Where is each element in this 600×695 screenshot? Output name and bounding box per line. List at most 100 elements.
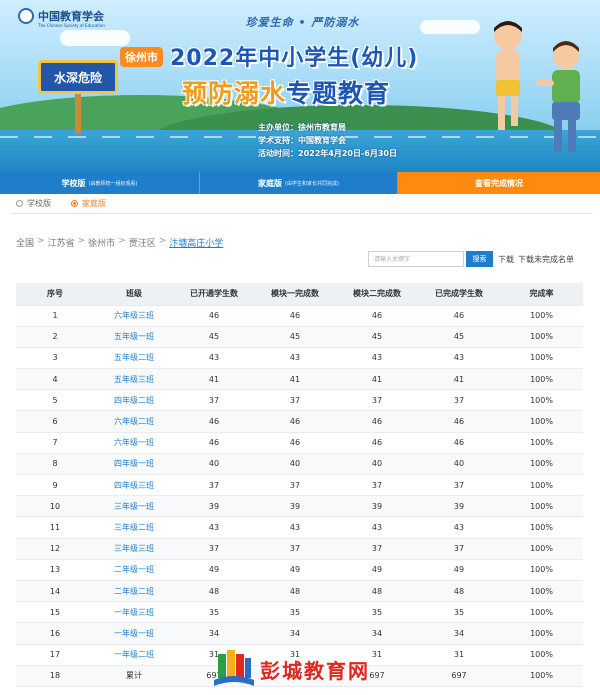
table-cell: 43 [418,347,500,370]
banner-subtitle: 预防溺水专题教育 [182,74,390,110]
table-cell: 100% [500,538,583,560]
class-link[interactable]: 二年级一班 [94,559,174,581]
table-cell: 40 [174,453,254,476]
table-cell: 37 [336,389,418,412]
table-cell: 37 [418,389,500,412]
search-button[interactable]: 搜索 [466,251,493,267]
class-link[interactable]: 四年级三班 [94,474,174,497]
table-cell: 46 [254,432,336,454]
period-key: 活动时间： [258,149,298,158]
class-link[interactable]: 一年级二班 [94,644,174,666]
table-cell: 46 [336,410,418,433]
download-incomplete-link[interactable]: 下载未完成名单 [518,254,574,265]
support-key: 学术支持： [258,136,298,145]
cloud-decoration [420,20,480,34]
tab-view-completion[interactable]: 查看完成情况 [398,172,600,194]
breadcrumb-item[interactable]: 贾汪区 [129,236,156,249]
download-link[interactable]: 下载 [498,254,514,265]
table-cell: 39 [174,495,254,518]
table-cell: 46 [336,305,418,327]
table-cell: 46 [254,305,336,327]
table-cell: 100% [500,644,583,666]
breadcrumb-current[interactable]: 汴塘高庄小学 [169,236,223,249]
table-cell: 37 [336,538,418,560]
radio-label: 学校版 [27,199,51,208]
table-cell: 37 [336,474,418,497]
class-link[interactable]: 一年级一班 [94,622,174,645]
organizer-value: 徐州市教育局 [298,123,346,132]
child-illustration [536,41,580,152]
table-cell: 100% [500,410,583,433]
class-link[interactable]: 四年级二班 [94,389,174,412]
radio-family-edition[interactable]: 家庭版 [71,198,106,209]
table-cell: 46 [418,410,500,433]
organizer-row: 主办单位： 徐州市教育局 [240,121,397,134]
class-link[interactable]: 一年级三班 [94,601,174,624]
table-cell: 12 [16,538,94,560]
table-cell: 37 [254,538,336,560]
table-cell: 37 [254,389,336,412]
table-cell: 15 [16,601,94,624]
tab-school-edition[interactable]: 学校版 (由教师统一组织观看) [0,172,200,194]
table-row: 3 五年级二班 43 43 43 43 100% [16,347,583,370]
class-link[interactable]: 六年级一班 [94,432,174,454]
table-cell: 100% [500,432,583,454]
table-cell: 37 [418,474,500,497]
table-cell: 37 [174,389,254,412]
breadcrumb-item[interactable]: 江苏省 [48,236,75,249]
table-cell: 18 [16,665,94,687]
column-header: 已开通学生数 [174,283,254,306]
tab-label: 学校版 [61,178,86,188]
table-cell: 43 [174,516,254,539]
site-watermark: 彭城教育网 [214,646,446,692]
table-cell: 14 [16,580,94,603]
society-emblem-icon [18,8,34,24]
table-cell: 34 [418,622,500,645]
class-link[interactable]: 二年级二班 [94,580,174,603]
breadcrumb-item[interactable]: 全国 [16,236,34,249]
table-row: 1 六年级三班 46 46 46 46 100% [16,305,583,327]
table-cell: 17 [16,644,94,666]
table-cell: 46 [174,432,254,454]
tab-family-edition[interactable]: 家庭版 (由学生和家长共同完成) [200,172,398,194]
table-cell: 9 [16,474,94,497]
table-row: 15 一年级三班 35 35 35 35 100% [16,601,583,624]
table-cell: 累计 [94,665,174,687]
logo-text: 中国教育学会 [38,10,104,23]
table-cell: 100% [500,326,583,348]
tab-note: (由教师统一组织观看) [88,180,138,187]
radio-unchecked-icon [16,200,23,207]
radio-school-edition[interactable]: 学校版 [16,198,51,209]
table-cell: 43 [336,516,418,539]
class-link[interactable]: 三年级二班 [94,516,174,539]
table-row: 7 六年级一班 46 46 46 46 100% [16,432,583,454]
table-cell: 48 [254,580,336,603]
table-cell: 35 [418,601,500,624]
table-cell: 37 [418,538,500,560]
class-link[interactable]: 四年级一班 [94,453,174,476]
breadcrumb-separator: > [158,236,167,246]
class-link[interactable]: 六年级二班 [94,410,174,433]
watermark-text: 彭城教育网 [260,658,370,683]
organization-logo: 中国教育学会 The Chinese Society of Education [18,8,105,28]
class-link[interactable]: 五年级二班 [94,347,174,370]
class-link[interactable]: 三年级三班 [94,538,174,560]
tab-label: 查看完成情况 [475,178,523,188]
warning-sign-text: 水深危险 [38,60,118,94]
class-link[interactable]: 五年级一班 [94,326,174,348]
table-cell: 3 [16,347,94,370]
table-cell: 100% [500,601,583,624]
table-cell: 100% [500,305,583,327]
class-link[interactable]: 三年级一班 [94,495,174,518]
search-input[interactable] [368,251,464,267]
class-link[interactable]: 五年级三班 [94,368,174,391]
table-row: 9 四年级三班 37 37 37 37 100% [16,474,583,497]
table-row: 4 五年级三班 41 41 41 41 100% [16,368,583,391]
table-cell: 100% [500,368,583,391]
table-cell: 41 [254,368,336,391]
breadcrumb-item[interactable]: 徐州市 [88,236,115,249]
class-link[interactable]: 六年级三班 [94,305,174,327]
table-cell: 45 [418,326,500,348]
column-header: 模块二完成数 [336,283,418,306]
table-cell: 49 [336,559,418,581]
